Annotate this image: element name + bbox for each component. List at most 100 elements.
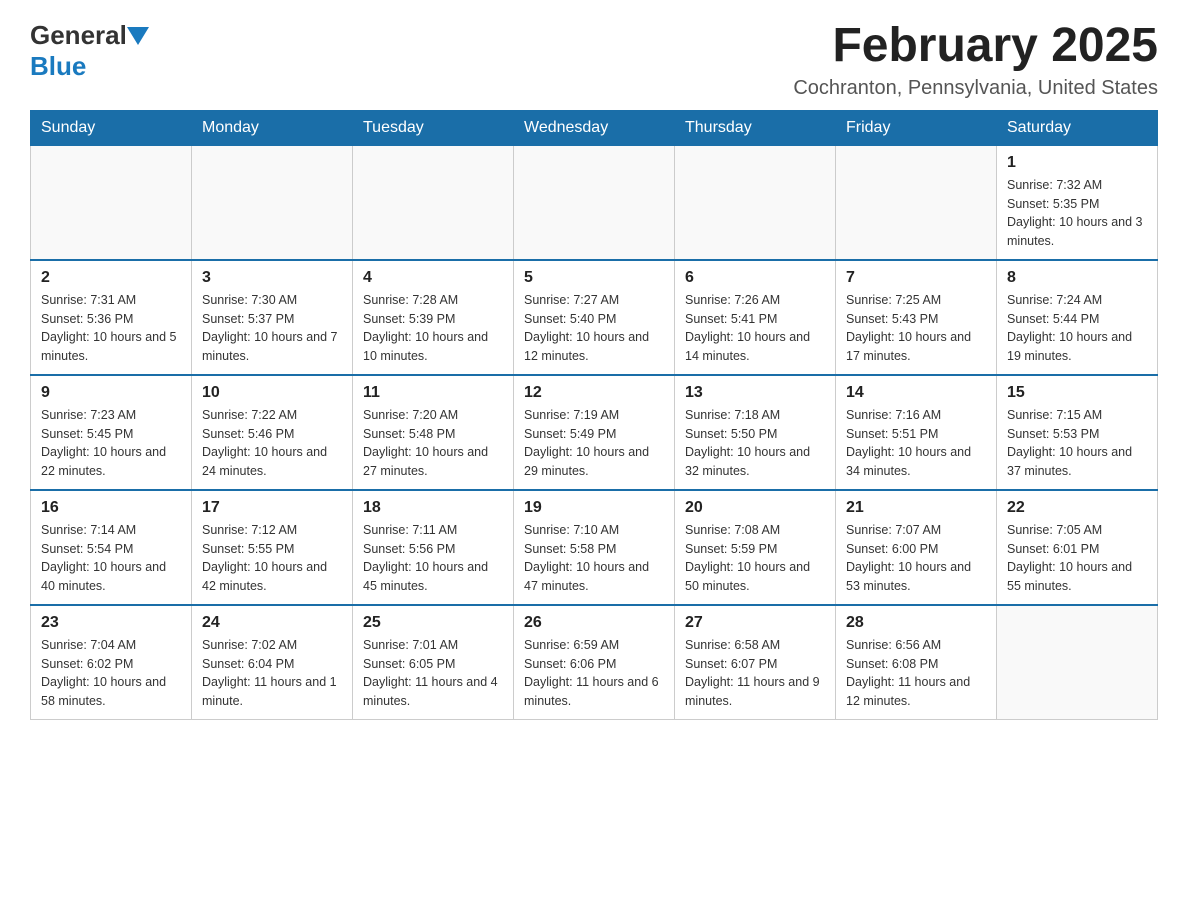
- month-title: February 2025: [793, 20, 1158, 73]
- day-number: 8: [1007, 269, 1147, 287]
- calendar-day-cell: [514, 145, 675, 260]
- day-info: Sunrise: 6:58 AM Sunset: 6:07 PM Dayligh…: [685, 636, 825, 711]
- calendar-day-cell: 23 Sunrise: 7:04 AM Sunset: 6:02 PM Dayli…: [31, 605, 192, 720]
- day-number: 21: [846, 499, 986, 517]
- calendar-day-cell: 4 Sunrise: 7:28 AM Sunset: 5:39 PM Daylig…: [353, 260, 514, 375]
- day-number: 19: [524, 499, 664, 517]
- day-of-week-header: Tuesday: [353, 110, 514, 145]
- day-number: 25: [363, 614, 503, 632]
- day-of-week-header: Friday: [836, 110, 997, 145]
- calendar-day-cell: 8 Sunrise: 7:24 AM Sunset: 5:44 PM Daylig…: [997, 260, 1158, 375]
- calendar-day-cell: [836, 145, 997, 260]
- day-number: 22: [1007, 499, 1147, 517]
- calendar-day-cell: 28 Sunrise: 6:56 AM Sunset: 6:08 PM Dayli…: [836, 605, 997, 720]
- day-info: Sunrise: 7:26 AM Sunset: 5:41 PM Dayligh…: [685, 291, 825, 366]
- day-info: Sunrise: 7:05 AM Sunset: 6:01 PM Dayligh…: [1007, 521, 1147, 596]
- day-of-week-header: Saturday: [997, 110, 1158, 145]
- day-number: 18: [363, 499, 503, 517]
- day-number: 26: [524, 614, 664, 632]
- calendar-day-cell: 26 Sunrise: 6:59 AM Sunset: 6:06 PM Dayli…: [514, 605, 675, 720]
- day-info: Sunrise: 6:59 AM Sunset: 6:06 PM Dayligh…: [524, 636, 664, 711]
- day-number: 4: [363, 269, 503, 287]
- day-info: Sunrise: 7:04 AM Sunset: 6:02 PM Dayligh…: [41, 636, 181, 711]
- day-number: 3: [202, 269, 342, 287]
- day-info: Sunrise: 7:14 AM Sunset: 5:54 PM Dayligh…: [41, 521, 181, 596]
- day-number: 13: [685, 384, 825, 402]
- calendar-day-cell: 9 Sunrise: 7:23 AM Sunset: 5:45 PM Daylig…: [31, 375, 192, 490]
- day-number: 14: [846, 384, 986, 402]
- calendar-day-cell: 2 Sunrise: 7:31 AM Sunset: 5:36 PM Daylig…: [31, 260, 192, 375]
- calendar-day-cell: 22 Sunrise: 7:05 AM Sunset: 6:01 PM Dayli…: [997, 490, 1158, 605]
- day-number: 12: [524, 384, 664, 402]
- day-info: Sunrise: 7:24 AM Sunset: 5:44 PM Dayligh…: [1007, 291, 1147, 366]
- calendar-day-cell: 1 Sunrise: 7:32 AM Sunset: 5:35 PM Daylig…: [997, 145, 1158, 260]
- calendar-day-cell: 10 Sunrise: 7:22 AM Sunset: 5:46 PM Dayli…: [192, 375, 353, 490]
- calendar-day-cell: 24 Sunrise: 7:02 AM Sunset: 6:04 PM Dayli…: [192, 605, 353, 720]
- day-of-week-header: Sunday: [31, 110, 192, 145]
- day-number: 27: [685, 614, 825, 632]
- day-info: Sunrise: 7:12 AM Sunset: 5:55 PM Dayligh…: [202, 521, 342, 596]
- day-info: Sunrise: 7:25 AM Sunset: 5:43 PM Dayligh…: [846, 291, 986, 366]
- day-info: Sunrise: 7:22 AM Sunset: 5:46 PM Dayligh…: [202, 406, 342, 481]
- calendar-day-cell: 3Sunrise: 7:30 AM Sunset: 5:37 PM Daylig…: [192, 260, 353, 375]
- day-info: Sunrise: 7:01 AM Sunset: 6:05 PM Dayligh…: [363, 636, 503, 711]
- day-of-week-header: Thursday: [675, 110, 836, 145]
- calendar-day-cell: 15Sunrise: 7:15 AM Sunset: 5:53 PM Dayli…: [997, 375, 1158, 490]
- day-info: Sunrise: 7:31 AM Sunset: 5:36 PM Dayligh…: [41, 291, 181, 366]
- day-info: Sunrise: 7:08 AM Sunset: 5:59 PM Dayligh…: [685, 521, 825, 596]
- day-info: Sunrise: 7:28 AM Sunset: 5:39 PM Dayligh…: [363, 291, 503, 366]
- title-block: February 2025 Cochranton, Pennsylvania, …: [793, 20, 1158, 100]
- day-info: Sunrise: 7:16 AM Sunset: 5:51 PM Dayligh…: [846, 406, 986, 481]
- day-number: 11: [363, 384, 503, 402]
- day-number: 2: [41, 269, 181, 287]
- day-info: Sunrise: 7:27 AM Sunset: 5:40 PM Dayligh…: [524, 291, 664, 366]
- calendar-day-cell: 14 Sunrise: 7:16 AM Sunset: 5:51 PM Dayli…: [836, 375, 997, 490]
- day-number: 28: [846, 614, 986, 632]
- calendar-day-cell: [353, 145, 514, 260]
- calendar-day-cell: 27 Sunrise: 6:58 AM Sunset: 6:07 PM Dayli…: [675, 605, 836, 720]
- day-number: 16: [41, 499, 181, 517]
- day-number: 24: [202, 614, 342, 632]
- calendar-day-cell: 19Sunrise: 7:10 AM Sunset: 5:58 PM Dayli…: [514, 490, 675, 605]
- day-info: Sunrise: 7:02 AM Sunset: 6:04 PM Dayligh…: [202, 636, 342, 711]
- calendar-day-cell: 12 Sunrise: 7:19 AM Sunset: 5:49 PM Dayli…: [514, 375, 675, 490]
- page-header: General Blue February 2025 Cochranton, P…: [30, 20, 1158, 100]
- day-info: Sunrise: 7:20 AM Sunset: 5:48 PM Dayligh…: [363, 406, 503, 481]
- day-of-week-header: Wednesday: [514, 110, 675, 145]
- day-number: 1: [1007, 154, 1147, 172]
- day-info: Sunrise: 7:18 AM Sunset: 5:50 PM Dayligh…: [685, 406, 825, 481]
- day-info: Sunrise: 7:11 AM Sunset: 5:56 PM Dayligh…: [363, 521, 503, 596]
- calendar-day-cell: 17 Sunrise: 7:12 AM Sunset: 5:55 PM Dayli…: [192, 490, 353, 605]
- calendar-week-row: 2 Sunrise: 7:31 AM Sunset: 5:36 PM Daylig…: [31, 260, 1158, 375]
- day-number: 23: [41, 614, 181, 632]
- calendar-table: SundayMondayTuesdayWednesdayThursdayFrid…: [30, 110, 1158, 720]
- logo-blue-text: Blue: [30, 51, 86, 82]
- calendar-day-cell: 7Sunrise: 7:25 AM Sunset: 5:43 PM Daylig…: [836, 260, 997, 375]
- calendar-day-cell: 5 Sunrise: 7:27 AM Sunset: 5:40 PM Daylig…: [514, 260, 675, 375]
- day-of-week-header: Monday: [192, 110, 353, 145]
- day-number: 10: [202, 384, 342, 402]
- calendar-day-cell: 20 Sunrise: 7:08 AM Sunset: 5:59 PM Dayli…: [675, 490, 836, 605]
- day-info: Sunrise: 7:23 AM Sunset: 5:45 PM Dayligh…: [41, 406, 181, 481]
- day-info: Sunrise: 7:19 AM Sunset: 5:49 PM Dayligh…: [524, 406, 664, 481]
- logo-general-text: General: [30, 20, 127, 51]
- calendar-week-row: 23 Sunrise: 7:04 AM Sunset: 6:02 PM Dayli…: [31, 605, 1158, 720]
- calendar-week-row: 1 Sunrise: 7:32 AM Sunset: 5:35 PM Daylig…: [31, 145, 1158, 260]
- calendar-day-cell: [192, 145, 353, 260]
- calendar-day-cell: 18 Sunrise: 7:11 AM Sunset: 5:56 PM Dayli…: [353, 490, 514, 605]
- day-number: 5: [524, 269, 664, 287]
- day-info: Sunrise: 7:32 AM Sunset: 5:35 PM Dayligh…: [1007, 176, 1147, 251]
- calendar-day-cell: 16 Sunrise: 7:14 AM Sunset: 5:54 PM Dayli…: [31, 490, 192, 605]
- calendar-day-cell: [675, 145, 836, 260]
- calendar-day-cell: 21Sunrise: 7:07 AM Sunset: 6:00 PM Dayli…: [836, 490, 997, 605]
- day-number: 9: [41, 384, 181, 402]
- day-number: 6: [685, 269, 825, 287]
- calendar-day-cell: 6 Sunrise: 7:26 AM Sunset: 5:41 PM Daylig…: [675, 260, 836, 375]
- day-info: Sunrise: 6:56 AM Sunset: 6:08 PM Dayligh…: [846, 636, 986, 711]
- calendar-week-row: 9 Sunrise: 7:23 AM Sunset: 5:45 PM Daylig…: [31, 375, 1158, 490]
- location-text: Cochranton, Pennsylvania, United States: [793, 77, 1158, 100]
- day-number: 20: [685, 499, 825, 517]
- calendar-day-cell: [31, 145, 192, 260]
- day-number: 17: [202, 499, 342, 517]
- calendar-day-cell: [997, 605, 1158, 720]
